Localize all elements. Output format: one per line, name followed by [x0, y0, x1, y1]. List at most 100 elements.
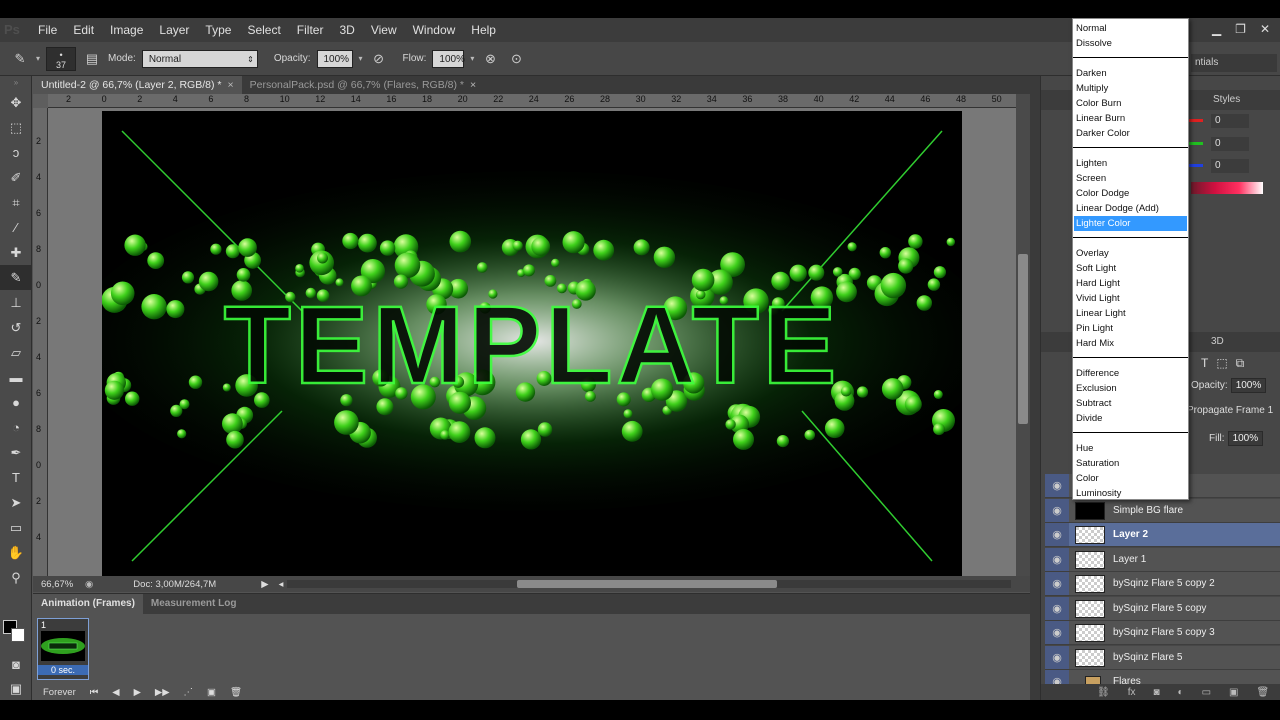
menu-filter[interactable]: Filter — [289, 18, 332, 42]
screen-mode-icon[interactable]: ▣ — [0, 676, 32, 701]
green-value[interactable]: 0 — [1211, 137, 1249, 151]
tool-preset-arrow-icon[interactable]: ▾ — [36, 54, 40, 63]
loop-select[interactable]: Forever — [43, 687, 76, 698]
menu-view[interactable]: View — [363, 18, 405, 42]
eraser-tool-icon[interactable]: ▱ — [0, 340, 32, 365]
blend-mode-option[interactable]: Linear Burn — [1074, 111, 1187, 126]
blend-mode-option[interactable]: Soft Light — [1074, 261, 1187, 276]
brush-preset-picker[interactable]: • 37 — [46, 46, 77, 71]
eye-icon[interactable]: ◉ — [1045, 523, 1069, 547]
crop-tool-icon[interactable]: ⌗ — [0, 190, 32, 215]
blend-mode-option[interactable]: Hard Mix — [1074, 336, 1187, 351]
tools-collapse-icon[interactable]: » — [0, 76, 32, 90]
blur-tool-icon[interactable]: ● — [0, 390, 32, 415]
tween-icon[interactable]: ⋰ — [184, 687, 194, 698]
layer-row[interactable]: ◉ bySqinz Flare 5 copy 2 — [1045, 572, 1280, 596]
lock-icons[interactable]: T⬚⧉ — [1201, 356, 1252, 371]
color-swatches[interactable] — [0, 616, 32, 650]
flow-field[interactable]: 100% — [432, 49, 465, 68]
horizontal-scrollbar[interactable] — [287, 580, 1011, 588]
gradient-tool-icon[interactable]: ▬ — [0, 365, 32, 390]
horizontal-scroll-thumb[interactable] — [517, 580, 777, 588]
blend-mode-option[interactable]: Lighten — [1074, 156, 1187, 171]
fill-value[interactable]: 100% — [1227, 431, 1264, 446]
link-layers-icon[interactable]: ⛓ — [1097, 687, 1110, 698]
menu-layer[interactable]: Layer — [151, 18, 197, 42]
pressure-size-icon[interactable]: ⊙ — [506, 49, 526, 69]
pen-tool-icon[interactable]: ✒ — [0, 440, 32, 465]
blend-mode-option[interactable]: Divide — [1074, 411, 1187, 426]
blend-mode-option[interactable]: Screen — [1074, 171, 1187, 186]
menu-edit[interactable]: Edit — [65, 18, 102, 42]
clone-stamp-tool-icon[interactable]: ⊥ — [0, 290, 32, 315]
blend-mode-option[interactable]: Color Burn — [1074, 96, 1187, 111]
delete-layer-icon[interactable]: 🗑 — [1256, 687, 1269, 698]
layer-row[interactable]: ◉ bySqinz Flare 5 copy 3 — [1045, 621, 1280, 645]
blue-value[interactable]: 0 — [1211, 159, 1249, 173]
tab-styles[interactable]: Styles — [1213, 90, 1240, 110]
pressure-opacity-icon[interactable]: ⊘ — [369, 49, 389, 69]
menu-select[interactable]: Select — [239, 18, 288, 42]
horizontal-ruler[interactable]: 2 0 2 4 6 8 10 12 14 16 18 20 22 24 26 28 30 32 34 36 38 40 42… — [48, 94, 1018, 108]
eye-icon[interactable]: ◉ — [1045, 645, 1069, 670]
pasteboard[interactable]: TEMPLATE — [48, 108, 1016, 577]
blend-mode-option[interactable]: Darker Color — [1074, 126, 1187, 141]
blend-mode-option[interactable]: Linear Dodge (Add) — [1074, 201, 1187, 216]
blend-mode-option[interactable]: Hard Light — [1074, 276, 1187, 291]
blend-mode-option[interactable]: Saturation — [1074, 456, 1187, 471]
menu-help[interactable]: Help — [463, 18, 504, 42]
eye-icon[interactable]: ◉ — [1045, 547, 1069, 572]
move-tool-icon[interactable]: ✥ — [0, 90, 32, 115]
brush-panel-toggle-icon[interactable]: ▤ — [82, 49, 102, 69]
adjustment-layer-icon[interactable]: ◐ — [1178, 687, 1184, 698]
close-icon[interactable]: × — [470, 79, 476, 91]
menu-3d[interactable]: 3D — [331, 18, 362, 42]
first-frame-icon[interactable]: ⏮ — [90, 687, 99, 698]
red-value[interactable]: 0 — [1211, 114, 1249, 128]
workspace-select[interactable]: ntials — [1191, 54, 1277, 72]
tab-personalpack[interactable]: PersonalPack.psd @ 66,7% (Flares, RGB/8)… — [242, 76, 484, 94]
color-spectrum[interactable] — [1191, 182, 1263, 194]
ruler-origin[interactable] — [33, 94, 48, 108]
menu-image[interactable]: Image — [102, 18, 151, 42]
delete-frame-icon[interactable]: 🗑 — [230, 687, 242, 698]
next-frame-icon[interactable]: ▶▶ — [155, 687, 170, 698]
blend-mode-option[interactable]: Linear Light — [1074, 306, 1187, 321]
prev-frame-icon[interactable]: ◀ — [112, 687, 119, 698]
opacity-field[interactable]: 100% — [316, 49, 353, 68]
blend-mode-option[interactable]: Multiply — [1074, 81, 1187, 96]
zoom-tool-icon[interactable]: ⚲ — [0, 565, 32, 590]
eye-icon[interactable]: ◉ — [1045, 572, 1069, 596]
minimize-icon[interactable]: ▁ — [1212, 22, 1221, 36]
blend-mode-option[interactable]: Exclusion — [1074, 381, 1187, 396]
opacity-control[interactable]: Opacity: 100% — [1191, 378, 1267, 393]
fill-control[interactable]: Fill: 100% — [1209, 431, 1264, 446]
menu-window[interactable]: Window — [405, 18, 464, 42]
blend-mode-option[interactable]: Dissolve — [1074, 36, 1187, 51]
document-canvas[interactable]: TEMPLATE — [102, 111, 962, 577]
tab-measurement-log[interactable]: Measurement Log — [143, 594, 245, 614]
layers-opacity-value[interactable]: 100% — [1230, 378, 1267, 393]
eye-icon[interactable]: ◉ — [1045, 621, 1069, 645]
opacity-slider-arrow-icon[interactable]: ▾ — [359, 54, 363, 63]
tab-animation-frames[interactable]: Animation (Frames) — [33, 594, 143, 614]
shape-tool-icon[interactable]: ▭ — [0, 515, 32, 540]
lasso-tool-icon[interactable]: ↄ — [0, 140, 32, 165]
path-select-tool-icon[interactable]: ➤ — [0, 490, 32, 515]
blend-mode-option[interactable]: Color — [1074, 471, 1187, 486]
blend-mode-option[interactable]: Overlay — [1074, 246, 1187, 261]
menu-type[interactable]: Type — [197, 18, 239, 42]
vertical-ruler[interactable]: 2 4 6 8 0 2 4 6 8 0 2 4 — [33, 108, 48, 576]
play-icon[interactable]: ▶ — [134, 687, 141, 698]
new-group-icon[interactable]: ▭ — [1202, 687, 1211, 698]
type-tool-icon[interactable]: T — [0, 465, 32, 490]
eyedropper-tool-icon[interactable]: ⁄ — [0, 215, 32, 240]
quick-mask-icon[interactable]: ◙ — [0, 652, 32, 677]
vertical-scrollbar[interactable] — [1016, 94, 1030, 576]
blend-mode-option[interactable]: Pin Light — [1074, 321, 1187, 336]
blend-mode-option[interactable]: Difference — [1074, 366, 1187, 381]
blend-mode-option[interactable]: Darken — [1074, 66, 1187, 81]
menu-file[interactable]: File — [30, 18, 65, 42]
blend-mode-option[interactable]: Vivid Light — [1074, 291, 1187, 306]
blend-mode-option[interactable]: Color Dodge — [1074, 186, 1187, 201]
